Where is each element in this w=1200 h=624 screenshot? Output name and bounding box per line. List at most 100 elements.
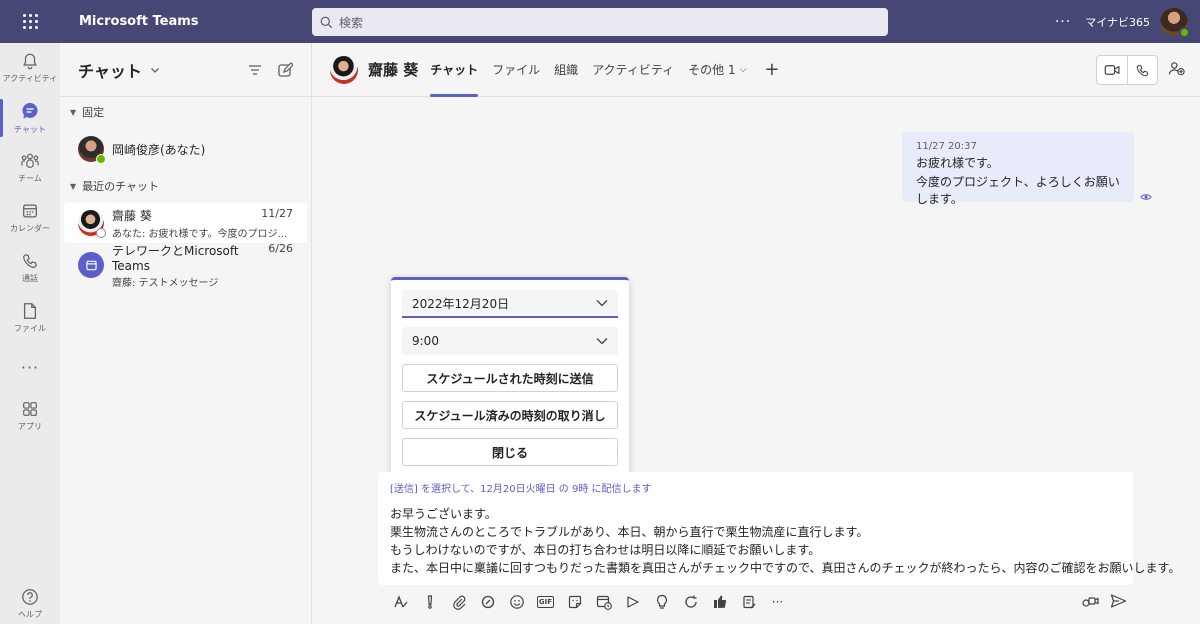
cancel-scheduled-time-button[interactable]: スケジュール済みの時刻の取り消し — [402, 401, 618, 429]
chat-list-title[interactable]: チャット — [78, 58, 142, 82]
tab-more[interactable]: その他 1 ⌵ — [688, 43, 746, 97]
help-icon — [22, 589, 38, 605]
approvals-button[interactable] — [705, 590, 734, 614]
schedule-date-select[interactable]: 2022年12月20日 — [402, 290, 618, 318]
rail-calls[interactable]: 通話 — [0, 243, 60, 293]
calendar-icon — [85, 260, 97, 270]
tab-organization[interactable]: 組織 — [554, 43, 578, 97]
app-rail: アクティビティ チャット チーム カレンダー 通話 ファイル ··· アプリ ヘ… — [0, 43, 60, 624]
presence-available-icon — [1179, 26, 1190, 38]
compose-text-line: もうしわけないのですが、本日の打ち合わせは明日以降に順延でお願いします。 — [390, 543, 821, 557]
tab-files[interactable]: ファイル — [492, 43, 540, 97]
schedule-date-value: 2022年12月20日 — [412, 296, 510, 311]
send-button[interactable] — [1104, 589, 1133, 613]
rail-files[interactable]: ファイル — [0, 293, 60, 343]
rail-calls-label: 通話 — [22, 274, 38, 283]
chat-item-name: 岡崎俊彦(あなた) — [112, 142, 206, 157]
settings-more-button[interactable]: ··· — [1055, 14, 1071, 30]
search-placeholder: 検索 — [339, 15, 364, 30]
gif-button[interactable]: GIF — [531, 590, 560, 614]
audio-call-button[interactable] — [1127, 56, 1157, 84]
message-line: 今度のプロジェクト、よろしくお願いします。 — [916, 175, 1120, 206]
loop-button[interactable] — [473, 590, 502, 614]
rail-chat[interactable]: チャット — [0, 93, 60, 143]
profile-avatar[interactable] — [1160, 7, 1190, 38]
video-camera-icon — [1104, 65, 1119, 75]
teams-icon — [21, 153, 39, 168]
rail-help-label: ヘルプ — [18, 610, 42, 619]
rail-help[interactable]: ヘルプ — [0, 579, 60, 624]
meeting-chat-avatar — [78, 252, 104, 278]
compose-box[interactable]: [送信] を選択して、12月20日火曜日 の 9時 に配信します お早うございま… — [378, 472, 1180, 585]
tab-more-label: その他 1 — [688, 63, 736, 77]
compose-text-line: 栗生物流さんのところでトラブルがあり、本日、朝から直行で栗生物流産に直行します。 — [390, 525, 869, 539]
praise-button[interactable] — [647, 590, 676, 614]
schedule-time-select[interactable]: 9:00 — [402, 327, 618, 355]
rail-teams[interactable]: チーム — [0, 143, 60, 193]
rail-activity[interactable]: アクティビティ — [0, 43, 60, 93]
video-clip-button[interactable] — [1075, 589, 1104, 613]
filter-icon[interactable] — [247, 62, 263, 78]
new-chat-icon[interactable] — [277, 61, 293, 78]
exclamation-icon — [427, 595, 432, 609]
chat-item-saito[interactable]: 齋藤 葵 11/27 あなた: お疲れ様です。今度のプロジ... — [64, 203, 307, 243]
more-options-button[interactable]: ··· — [763, 590, 792, 614]
chevron-down-icon: ⌵ — [739, 64, 747, 75]
video-call-button[interactable] — [1097, 56, 1127, 84]
rail-chat-label: チャット — [14, 125, 46, 134]
tab-chat[interactable]: チャット — [430, 43, 478, 97]
video-clip-icon — [1081, 597, 1099, 607]
pinned-section-header[interactable]: ▼ 固定 — [60, 97, 311, 127]
recent-section-header[interactable]: ▼ 最近のチャット — [60, 171, 311, 201]
tab-activity[interactable]: アクティビティ — [592, 43, 674, 97]
app-launcher-icon[interactable] — [0, 0, 60, 43]
chat-item-self[interactable]: 岡崎俊彦(あなた) — [64, 129, 307, 169]
rail-more-apps[interactable]: ··· — [0, 343, 60, 391]
add-people-icon[interactable] — [1168, 61, 1186, 77]
schedule-note: [送信] を選択して、12月20日火曜日 の 9時 に配信します — [390, 484, 652, 495]
phone-icon — [1136, 64, 1149, 76]
forms-button[interactable] — [734, 590, 763, 614]
chat-item-name: テレワークとMicrosoft Teams — [112, 243, 239, 273]
schedule-meeting-button[interactable] — [589, 590, 618, 614]
gif-icon: GIF — [536, 596, 555, 608]
send-at-scheduled-time-button[interactable]: スケジュールされた時刻に送信 — [402, 364, 618, 392]
message-line: お疲れ様です。 — [916, 156, 999, 170]
chevron-down-icon[interactable] — [150, 65, 160, 75]
org-name[interactable]: マイナビ365 — [1085, 14, 1150, 30]
chat-item-preview: あなた: お疲れ様です。今度のプロジ... — [112, 228, 288, 240]
rail-apps[interactable]: アプリ — [0, 391, 60, 441]
collapse-triangle-icon: ▼ — [70, 107, 77, 117]
read-receipt-eye-icon — [1140, 194, 1152, 200]
rail-calendar[interactable]: カレンダー — [0, 193, 60, 243]
presence-available-icon — [96, 154, 106, 164]
emoji-button[interactable] — [502, 590, 531, 614]
sticker-button[interactable] — [560, 590, 589, 614]
add-tab-button[interactable]: + — [764, 59, 779, 80]
phone-icon — [23, 254, 37, 268]
format-pen-icon — [393, 595, 408, 608]
search-icon — [320, 16, 333, 28]
format-button[interactable] — [386, 590, 415, 614]
chat-header: 齋藤 葵 チャット ファイル 組織 アクティビティ その他 1 ⌵ + — [312, 43, 1200, 97]
avatar — [78, 210, 106, 238]
chat-item-telework[interactable]: テレワークとMicrosoft Teams 6/26 齋藤: テストメッセージ — [64, 242, 307, 289]
priority-button[interactable] — [415, 590, 444, 614]
close-popup-button[interactable]: 閉じる — [402, 438, 618, 466]
schedule-time-value: 9:00 — [412, 334, 439, 348]
compose-toolbar: GIF ··· — [378, 589, 1133, 615]
presence-offline-icon — [96, 228, 106, 238]
chat-item-preview: 齋藤: テストメッセージ — [112, 277, 219, 289]
stream-button[interactable] — [618, 590, 647, 614]
updates-button[interactable] — [676, 590, 705, 614]
collapse-triangle-icon: ▼ — [70, 181, 77, 191]
title-bar: Microsoft Teams 検索 ··· マイナビ365 — [0, 0, 1200, 43]
lightbulb-icon — [656, 594, 667, 609]
search-input[interactable]: 検索 — [312, 8, 888, 36]
attach-button[interactable] — [444, 590, 473, 614]
play-icon — [626, 596, 639, 608]
avatar[interactable] — [330, 55, 358, 84]
schedule-send-popup: 2022年12月20日 9:00 スケジュールされた時刻に送信 スケジュール済み… — [391, 277, 629, 477]
sent-message[interactable]: 11/27 20:37 お疲れ様です。 今度のプロジェクト、よろしくお願いします… — [902, 132, 1134, 206]
chevron-down-icon — [596, 300, 608, 307]
